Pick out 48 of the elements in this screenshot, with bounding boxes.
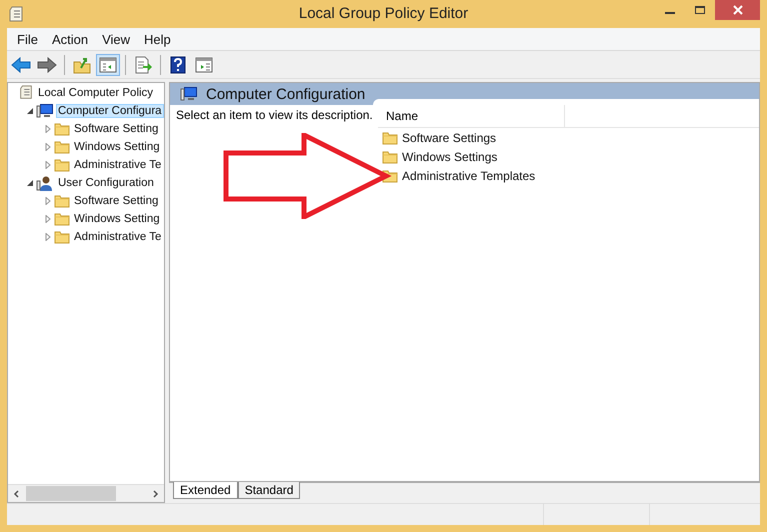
- folder-icon: [54, 230, 70, 244]
- close-button[interactable]: [715, 0, 760, 20]
- close-icon: [732, 4, 744, 16]
- expand-arrow-icon[interactable]: [44, 215, 52, 223]
- window-title: Local Group Policy Editor: [298, 5, 470, 22]
- collapse-arrow-icon[interactable]: [26, 179, 34, 187]
- folder-icon: [54, 122, 70, 136]
- list-item[interactable]: Administrative Templates: [402, 168, 536, 182]
- details-title: Computer Configuration: [206, 86, 366, 102]
- tree-item[interactable]: Windows Setting: [72, 212, 162, 226]
- tree-item[interactable]: Software Setting: [72, 122, 160, 136]
- menu-item[interactable]: File: [10, 30, 45, 48]
- maximize-icon: [694, 5, 706, 15]
- description-text: Select an item to view its description.: [175, 107, 374, 124]
- folder-icon: [54, 158, 70, 172]
- folder-icon: [382, 130, 398, 144]
- folder-icon: [54, 194, 70, 208]
- folder-icon: [54, 140, 70, 154]
- tree-item[interactable]: Local Computer Policy: [36, 86, 156, 100]
- expand-arrow-icon[interactable]: [44, 233, 52, 241]
- scroll-icon: [18, 85, 34, 101]
- tree-item[interactable]: Administrative Te: [72, 230, 164, 244]
- tree-item[interactable]: Software Setting: [72, 194, 160, 208]
- horizontal-scrollbar[interactable]: [8, 484, 164, 502]
- minimize-icon: [665, 12, 675, 14]
- expand-arrow-icon[interactable]: [44, 197, 52, 205]
- collapse-arrow-icon[interactable]: [26, 107, 34, 115]
- expand-arrow-icon[interactable]: [44, 125, 52, 133]
- list-item[interactable]: Windows Settings: [402, 150, 498, 164]
- menu-item[interactable]: Help: [137, 30, 178, 48]
- tree-item[interactable]: User Configuration: [56, 176, 156, 190]
- expand-arrow-icon[interactable]: [44, 143, 52, 151]
- user-icon: [36, 175, 54, 191]
- scroll-icon: [8, 6, 24, 24]
- tree-item[interactable]: Windows Setting: [72, 140, 162, 154]
- folder-icon: [54, 212, 70, 226]
- menu-item[interactable]: Action: [44, 30, 96, 48]
- tree-toggle-button[interactable]: [96, 54, 120, 76]
- tree-item[interactable]: Computer Configura: [56, 104, 164, 118]
- computer-icon: [36, 103, 54, 119]
- view-tab[interactable]: Standard: [238, 482, 300, 499]
- folder-icon: [382, 150, 398, 164]
- menu-item[interactable]: View: [95, 30, 138, 48]
- expand-arrow-icon[interactable]: [44, 161, 52, 169]
- view-tab[interactable]: Extended: [173, 482, 238, 499]
- tree-item[interactable]: Administrative Te: [72, 158, 164, 172]
- computer-icon: [180, 86, 198, 102]
- list-item[interactable]: Software Settings: [402, 130, 496, 144]
